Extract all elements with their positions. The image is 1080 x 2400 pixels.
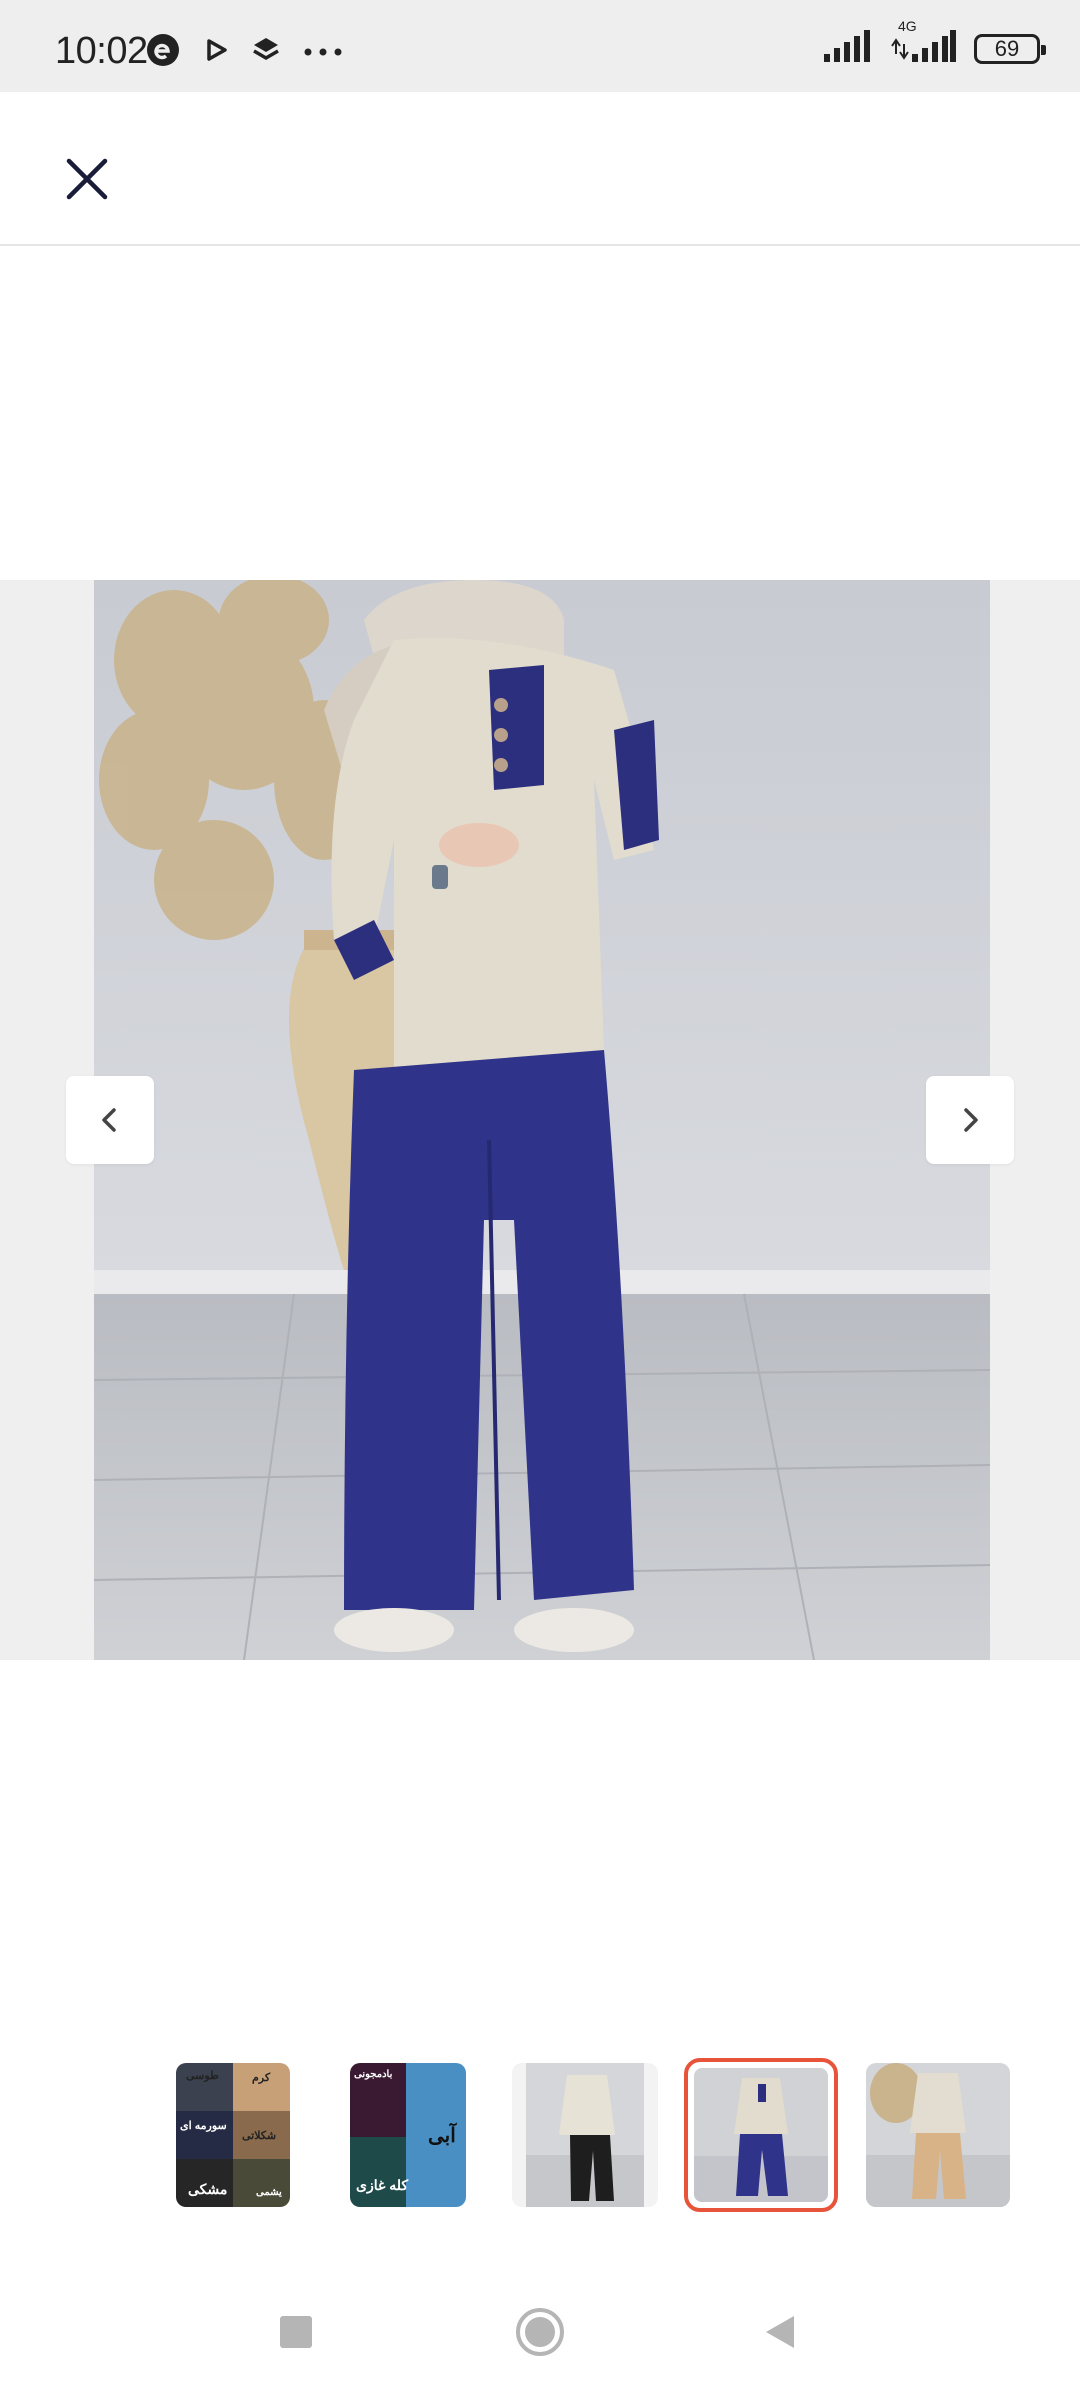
signal-icon xyxy=(824,30,872,67)
swatch-label: سورمه ای xyxy=(180,2120,227,2132)
home-button[interactable] xyxy=(512,2304,568,2360)
image-gallery[interactable] xyxy=(0,580,1080,1660)
swatch-label: یشمی xyxy=(256,2187,282,2198)
swatch-label: کله غازی xyxy=(356,2177,409,2193)
next-image-button[interactable] xyxy=(926,1076,1014,1164)
back-button[interactable] xyxy=(752,2304,808,2360)
app-e-icon xyxy=(145,32,181,73)
recents-button[interactable] xyxy=(268,2304,324,2360)
status-bar: 10:02 4G 69 xyxy=(0,0,1080,92)
square-recents-icon xyxy=(280,2316,312,2348)
more-dots-icon xyxy=(303,44,343,62)
layers-icon xyxy=(251,35,281,70)
product-photo xyxy=(94,580,990,1660)
thumbnail-strip: طوسی کرم سورمه ای شکلاتی مشکی یشمی بادمج… xyxy=(0,2058,1080,2212)
signal-4g-icon: 4G xyxy=(890,18,956,67)
prev-image-button[interactable] xyxy=(66,1076,154,1164)
swatch-label: شکلاتی xyxy=(242,2130,277,2142)
thumbnail-2[interactable]: بادمجونی آبی کله غازی xyxy=(350,2063,466,2207)
chevron-right-icon xyxy=(964,1108,978,1132)
thumbnail-1-swatches: طوسی کرم سورمه ای شکلاتی مشکی یشمی xyxy=(176,2063,290,2207)
network-label: 4G xyxy=(898,18,917,34)
triangle-back-icon xyxy=(766,2316,794,2348)
swatch-label: مشکی xyxy=(188,2181,228,2197)
swatch-label: کرم xyxy=(252,2072,271,2084)
status-system-icons: 4G 69 xyxy=(824,18,1046,67)
close-icon xyxy=(66,158,108,200)
circle-home-icon xyxy=(516,2308,564,2356)
thumbnail-4-image xyxy=(694,2068,828,2202)
play-icon xyxy=(203,37,229,68)
swatch-label: بادمجونی xyxy=(354,2069,393,2080)
thumbnail-5-image xyxy=(866,2063,1010,2207)
thumbnail-4-active[interactable] xyxy=(684,2058,838,2212)
thumbnail-1[interactable]: طوسی کرم سورمه ای شکلاتی مشکی یشمی xyxy=(176,2063,290,2207)
swatch-label: آبی xyxy=(428,2125,456,2147)
thumbnail-3-image xyxy=(512,2063,658,2207)
viewer-header xyxy=(0,92,1080,246)
thumbnail-2-swatches: بادمجونی آبی کله غازی xyxy=(350,2063,466,2207)
system-nav-bar xyxy=(0,2262,1080,2400)
battery-icon: 69 xyxy=(974,33,1046,64)
chevron-left-icon xyxy=(102,1108,116,1132)
thumbnail-5[interactable] xyxy=(866,2063,1010,2207)
thumbnail-3[interactable] xyxy=(512,2063,658,2207)
swatch-label: طوسی xyxy=(186,2070,219,2082)
close-button[interactable] xyxy=(52,144,122,214)
status-app-icons xyxy=(145,32,343,73)
status-time: 10:02 xyxy=(55,30,148,72)
